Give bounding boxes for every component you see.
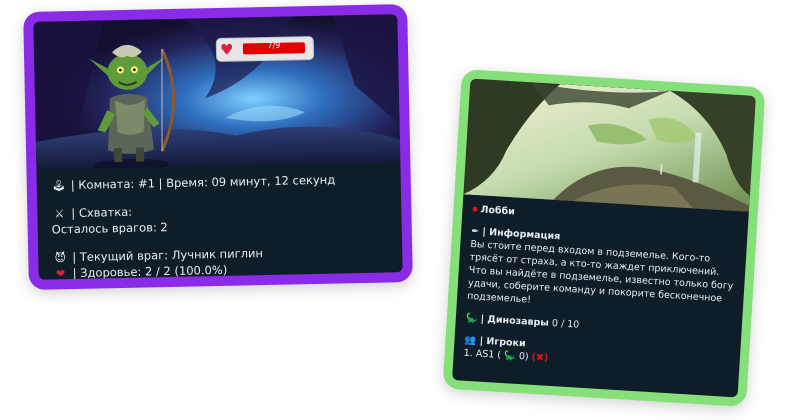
lobby-panel: ⏺ Лобби ✒ | Информация Вы стоите перед в… xyxy=(452,78,756,398)
lobby-title: Лобби xyxy=(480,204,516,218)
crossed-swords-icon: ⚔ xyxy=(54,207,65,221)
players-icon: 👥 xyxy=(464,334,477,347)
heart-icon: ❤ xyxy=(55,267,66,280)
cave-scene-image xyxy=(33,14,401,170)
current-enemy-text: | Текущий враг: Лучник пиглин xyxy=(72,246,264,265)
battle-panel: ♥ 7/9 🕹 | Комната: #1 | Время: 09 минут, … xyxy=(33,14,403,280)
player-name: 1. AS1 ( xyxy=(463,347,502,361)
cross-mark-icon: (✖) xyxy=(531,351,549,364)
joystick-icon: 🕹 xyxy=(51,179,66,193)
health-bar-text: 7/9 xyxy=(267,40,281,50)
battle-card: ♥ 7/9 🕹 | Комната: #1 | Время: 09 минут, … xyxy=(23,4,413,290)
dinosaur-icon: 🦕 xyxy=(503,350,517,362)
forest-cave-scene-image xyxy=(463,78,756,212)
battle-info: 🕹 | Комната: #1 | Время: 09 минут, 12 сек… xyxy=(51,170,395,280)
quill-icon: ✒ xyxy=(470,225,480,238)
enemy-health-bar: ♥ 7/9 xyxy=(215,35,315,63)
player-dino-count: 0) xyxy=(518,351,529,363)
fight-text: | Схватка: xyxy=(71,204,133,221)
record-icon: ⏺ xyxy=(472,203,478,216)
dinosaur-icon: 🦕 xyxy=(465,312,479,325)
lobby-info: ⏺ Лобби ✒ | Информация Вы стоите перед в… xyxy=(463,203,740,376)
devil-icon: 😈 xyxy=(54,251,67,265)
dinos-count: 0 / 10 xyxy=(551,317,580,331)
heart-icon: ♥ xyxy=(219,40,234,59)
health-text: | Здоровье: 2 / 2 (100.0%) xyxy=(72,262,228,280)
lobby-card: ⏺ Лобби ✒ | Информация Вы стоите перед в… xyxy=(442,69,766,407)
